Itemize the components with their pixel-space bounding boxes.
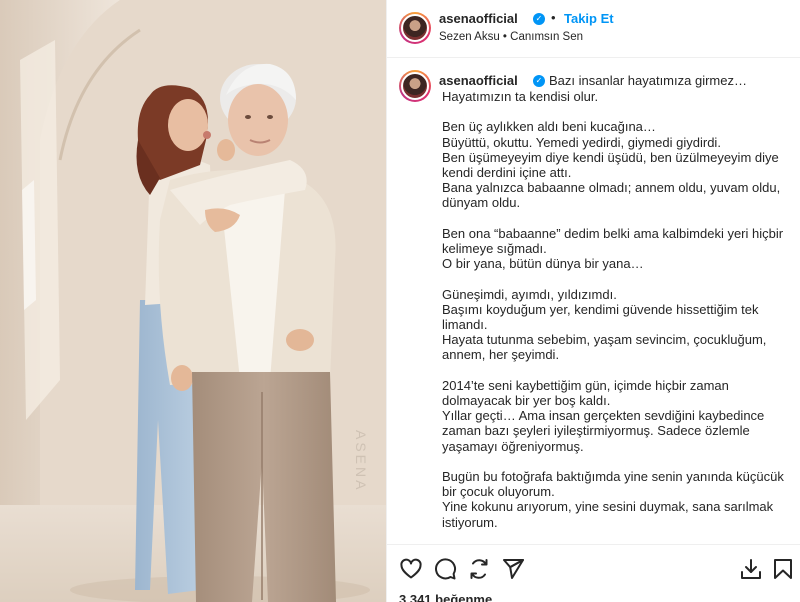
bookmark-icon[interactable] (771, 557, 795, 581)
post-photo[interactable]: ASENA (0, 0, 386, 602)
comment-icon[interactable] (433, 557, 457, 581)
avatar[interactable] (399, 12, 431, 44)
caption-username-link[interactable]: asenaofficial (439, 73, 518, 88)
heart-icon[interactable] (399, 557, 423, 581)
caption-avatar[interactable] (399, 70, 431, 102)
caption-text: Hayatımızın ta kendisi olur. Ben üç aylı… (442, 89, 784, 530)
separator-dot: • (551, 10, 556, 25)
photo-watermark: ASENA (353, 430, 369, 492)
download-icon[interactable] (739, 557, 763, 581)
likes-count[interactable]: 3.341 beğenme (399, 592, 492, 602)
action-bar: 3.341 beğenme (387, 544, 800, 602)
caption-area: asenaofficial ✓ Bazı insanlar hayatımıza… (387, 58, 800, 544)
post-photo-illustration: ASENA (0, 0, 386, 602)
caption-avatar-image (401, 72, 429, 100)
share-icon[interactable] (467, 557, 491, 581)
caption-verified-badge-icon: ✓ (533, 75, 545, 87)
follow-button[interactable]: Takip Et (564, 11, 614, 26)
username-link[interactable]: asenaofficial (439, 11, 518, 26)
post-header: asenaofficial ✓ • Takip Et Sezen Aksu • … (387, 0, 800, 58)
caption-first-line: Bazı insanlar hayatımıza girmez… (549, 73, 747, 88)
avatar-image (401, 14, 429, 42)
post-side-panel: asenaofficial ✓ • Takip Et Sezen Aksu • … (386, 0, 800, 602)
audio-track-link[interactable]: Sezen Aksu • Canımsın Sen (439, 31, 583, 43)
send-icon[interactable] (501, 557, 525, 581)
verified-badge-icon: ✓ (533, 13, 545, 25)
